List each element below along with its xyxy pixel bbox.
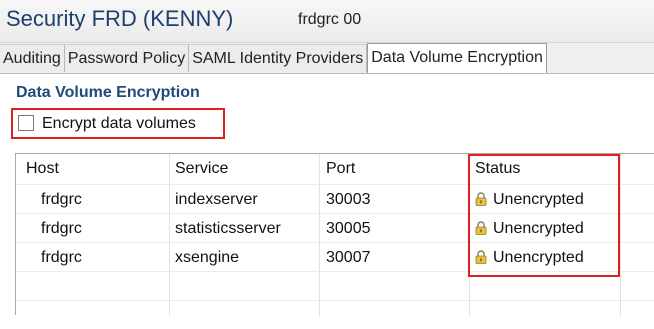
service-cell: indexserver — [175, 191, 258, 208]
service-cell: statisticsserver — [175, 220, 281, 237]
column-header-service[interactable]: Service — [175, 154, 228, 184]
tab-auditing[interactable]: Auditing — [0, 44, 65, 72]
host-cell: frdgrc — [41, 191, 82, 208]
tab-bar: Auditing Password Policy SAML Identity P… — [0, 43, 654, 74]
encrypt-option-highlight: Encrypt data volumes — [11, 108, 225, 139]
tab-saml-identity-providers[interactable]: SAML Identity Providers — [189, 44, 368, 72]
service-cell: xsengine — [175, 249, 240, 266]
column-header-status[interactable]: Status — [475, 154, 520, 184]
encryption-status-table: Host Service Port Status frdgrc indexser… — [15, 153, 654, 316]
encrypt-data-volumes-label[interactable]: Encrypt data volumes — [42, 115, 196, 133]
encrypt-data-volumes-checkbox[interactable] — [18, 115, 34, 131]
table-row[interactable]: frdgrc statisticsserver 30005 Unencrypte… — [16, 213, 654, 242]
tab-password-policy[interactable]: Password Policy — [64, 44, 190, 72]
lock-icon — [475, 250, 487, 264]
table-row[interactable]: frdgrc indexserver 30003 Unencrypted — [16, 184, 654, 213]
port-cell: 30003 — [326, 191, 371, 208]
host-cell: frdgrc — [41, 249, 82, 266]
column-header-port[interactable]: Port — [326, 154, 355, 184]
section-title: Data Volume Encryption — [16, 84, 200, 101]
lock-icon — [475, 221, 487, 235]
table-row-empty — [16, 271, 654, 300]
page-title: Security FRD (KENNY) — [6, 6, 234, 31]
column-header-host[interactable]: Host — [26, 154, 59, 184]
status-cell: Unencrypted — [493, 220, 584, 237]
lock-icon — [475, 192, 487, 206]
status-cell: Unencrypted — [493, 191, 584, 208]
tab-data-volume-encryption[interactable]: Data Volume Encryption — [367, 43, 547, 73]
system-subtitle: frdgrc 00 — [298, 11, 362, 28]
status-cell: Unencrypted — [493, 249, 584, 266]
table-row[interactable]: frdgrc xsengine 30007 Unencrypted — [16, 242, 654, 271]
editor-header: Security FRD (KENNY) frdgrc 00 — [0, 0, 654, 43]
host-cell: frdgrc — [41, 220, 82, 237]
port-cell: 30007 — [326, 249, 371, 266]
table-header: Host Service Port Status — [16, 154, 654, 184]
port-cell: 30005 — [326, 220, 371, 237]
